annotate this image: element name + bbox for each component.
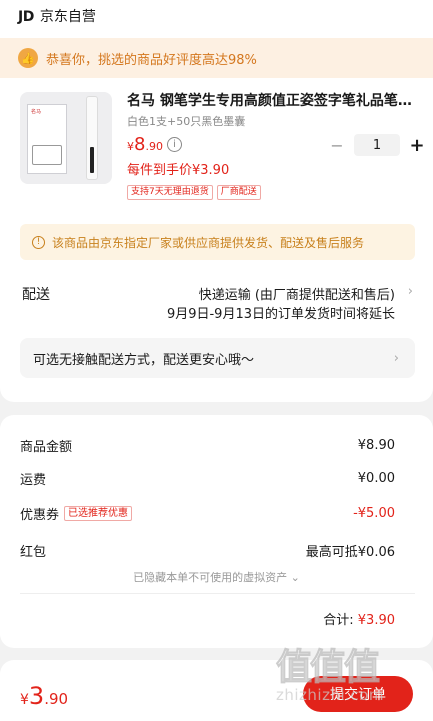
store-name: 京东自营 [39,9,96,25]
divider [20,593,415,594]
goods-amount-row: 商品金额 ¥8.90 [20,438,395,455]
per-unit-price: 每件到手价¥3.90 [127,163,230,178]
tag-return-policy: 支持7天无理由退货 [127,185,213,200]
coupon-selected-tag: 已选推荐优惠 [64,506,133,521]
quantity-stepper: − 1 + [328,134,426,156]
service-notice-text: 该商品由京东指定厂家或供应商提供发货、配送及售后服务 [52,235,365,250]
rating-banner-text: 恭喜你，挑选的商品好评度高达98% [46,52,257,68]
quantity-input[interactable]: 1 [354,134,400,156]
coupon-value: -¥5.00 [353,506,395,521]
coupon-row[interactable]: 优惠券 已选推荐优惠 -¥5.00 [20,504,395,523]
product-tags: 支持7天无理由退货 厂商配送 [127,185,261,200]
pen-image [86,96,98,180]
product-spec[interactable]: 白色1支+50只黑色墨囊 [127,113,245,129]
decrease-quantity-button[interactable]: − [328,136,346,155]
increase-quantity-button[interactable]: + [408,135,426,156]
product-image[interactable]: 名马 [20,92,112,184]
shipping-row: 运费 ¥0.00 [20,471,395,488]
bottom-total-price: ¥3.90 [20,682,69,710]
delivery-method[interactable]: 快递运输 (由厂商提供配送和售后) [199,284,395,303]
redpacket-row[interactable]: 红包 最高可抵¥0.06 [20,541,395,560]
thumbs-up-icon: 👍 [18,48,38,68]
redpacket-value: 最高可抵¥0.06 [305,545,395,560]
contactless-text: 可选无接触配送方式，配送更安心哦～ [33,352,255,368]
order-total: 合计: ¥3.90 [323,613,395,628]
price-info-icon[interactable]: i [167,137,182,152]
hidden-assets-toggle[interactable]: 已隐藏本单不可使用的虚拟资产 ⌄ [0,569,433,585]
submit-order-button[interactable]: 提交订单 [303,676,413,712]
store-header[interactable]: JD 京东自营 [18,6,96,26]
product-box-image: 名马 [27,104,67,174]
service-notice: ! 该商品由京东指定厂家或供应商提供发货、配送及售后服务 [20,224,415,260]
delivery-label: 配送 [22,287,50,303]
tag-vendor-delivery: 厂商配送 [216,185,261,200]
delivery-dates: 9月9日-9月13日的订单发货时间将延长 [166,307,395,322]
chevron-right-icon: › [393,350,399,366]
product-title[interactable]: 名马 钢笔学生专用高颜值正姿签字笔礼品笔… [127,90,412,110]
warning-icon: ! [32,235,45,249]
product-price: ¥8.90 [127,134,163,155]
jd-logo: JD [18,9,34,25]
rating-banner: 👍 恭喜你，挑选的商品好评度高达98% [0,38,433,78]
contactless-delivery-option[interactable]: 可选无接触配送方式，配送更安心哦～ › [20,338,415,378]
chevron-right-icon[interactable]: › [408,284,413,299]
